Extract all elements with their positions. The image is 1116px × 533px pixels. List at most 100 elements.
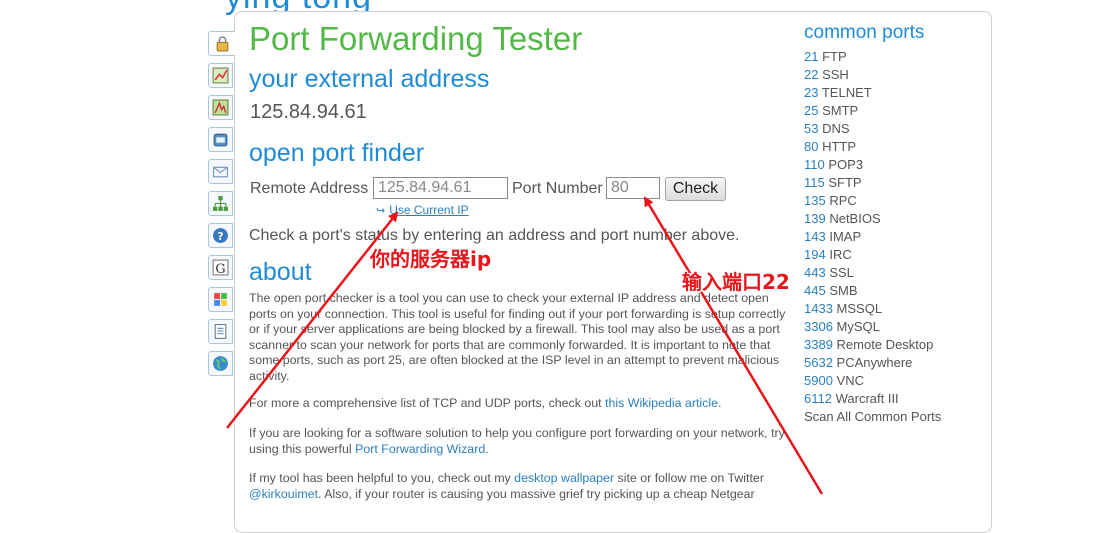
enter-port-annotation: 输入端口22 (682, 270, 790, 294)
port-item[interactable]: 5900 VNC (804, 372, 941, 390)
support-text-a: If my tool has been helpful to you, chec… (249, 471, 515, 485)
port-forwarding-wizard-link[interactable]: Port Forwarding Wizard (355, 442, 485, 456)
tab-port-forwarding[interactable] (208, 31, 235, 56)
support-paragraph: If my tool has been helpful to you, chec… (249, 471, 794, 502)
port-number-label: Port Number (512, 180, 603, 197)
port-number: 23 (804, 85, 819, 100)
google-icon: G (212, 259, 229, 276)
refresh-icon: ↪ (376, 205, 386, 217)
port-item[interactable]: 53 DNS (804, 120, 941, 138)
port-name: RPC (829, 193, 857, 208)
twitter-link[interactable]: @kirkouimet (249, 487, 318, 501)
port-item[interactable]: 22 SSH (804, 66, 941, 84)
tab-windows[interactable] (208, 287, 233, 312)
port-name: FTP (822, 49, 847, 64)
chart-icon (212, 67, 229, 84)
port-item[interactable]: 1433 MSSQL (804, 300, 941, 318)
port-name: PCAnywhere (836, 355, 913, 370)
desktop-wallpaper-link[interactable]: desktop wallpaper (514, 471, 614, 485)
port-item[interactable]: 80 HTTP (804, 138, 941, 156)
port-item[interactable]: 194 IRC (804, 246, 941, 264)
support-text-c: . Also, if your router is causing you ma… (318, 486, 755, 501)
external-address-heading: your external address (249, 65, 490, 93)
port-name: SSH (822, 67, 849, 82)
wikipedia-text: For more a comprehensive list of TCP and… (249, 396, 606, 410)
tab-network[interactable] (208, 191, 233, 216)
port-name: NetBIOS (829, 211, 881, 226)
network-icon (213, 196, 228, 211)
server-ip-annotation: 你的服务器ip (370, 247, 492, 271)
port-name: IRC (829, 247, 852, 262)
port-name: POP3 (828, 157, 864, 172)
port-item[interactable]: 3389 Remote Desktop (804, 336, 941, 354)
port-name: DNS (822, 121, 850, 136)
port-name: Warcraft III (835, 391, 899, 406)
port-number: 110 (804, 157, 825, 172)
tab-phone[interactable] (208, 127, 233, 152)
wikipedia-link[interactable]: this Wikipedia article (605, 396, 718, 410)
port-number: 25 (804, 103, 819, 118)
globe-icon (213, 356, 228, 371)
scan-all-link[interactable]: Scan All Common Ports (804, 408, 941, 426)
finder-hint: Check a port's status by entering an add… (249, 227, 740, 244)
windows-icon (214, 293, 227, 306)
support-text-b: site or follow me on Twitter (614, 471, 764, 485)
envelope-icon (213, 166, 228, 178)
port-number: 21 (804, 49, 819, 64)
port-number: 143 (804, 229, 826, 244)
port-number: 3389 (804, 337, 833, 352)
use-current-ip-link[interactable]: ↪ Use Current IP (376, 203, 469, 217)
port-name: IMAP (829, 229, 862, 244)
port-item[interactable]: 25 SMTP (804, 102, 941, 120)
port-name: VNC (836, 373, 864, 388)
use-current-ip-text: Use Current IP (389, 203, 469, 217)
wizard-paragraph: If you are looking for a software soluti… (249, 426, 794, 457)
port-number: 22 (804, 67, 819, 82)
page-title: Port Forwarding Tester (249, 20, 583, 57)
port-name: SMB (829, 283, 858, 298)
svg-text:?: ? (217, 230, 223, 243)
lock-icon (216, 36, 228, 52)
tab-google[interactable]: G (208, 255, 233, 280)
port-number: 194 (804, 247, 826, 262)
port-item[interactable]: 21 FTP (804, 48, 941, 66)
port-item[interactable]: 445 SMB (804, 282, 941, 300)
port-name: SFTP (828, 175, 862, 190)
port-number: 115 (804, 175, 825, 190)
wikipedia-period: . (717, 396, 722, 410)
port-number-input[interactable] (606, 177, 660, 199)
port-item[interactable]: 443 SSL (804, 264, 941, 282)
port-name: SMTP (822, 103, 859, 118)
port-number: 139 (804, 211, 826, 226)
tab-document[interactable] (208, 319, 233, 344)
port-item[interactable]: 3306 MySQL (804, 318, 941, 336)
port-number: 80 (804, 139, 819, 154)
port-item[interactable]: 5632 PCAnywhere (804, 354, 941, 372)
phone-icon (213, 133, 228, 147)
tab-map[interactable] (208, 95, 233, 120)
svg-text:G: G (215, 262, 225, 276)
wikipedia-paragraph: For more a comprehensive list of TCP and… (249, 396, 794, 412)
port-number: 5900 (804, 373, 833, 388)
open-port-finder-heading: open port finder (249, 139, 425, 167)
check-button[interactable]: Check (665, 177, 726, 201)
remote-address-input[interactable] (373, 177, 508, 199)
tab-globe[interactable] (208, 351, 233, 376)
tab-help[interactable]: ? (208, 223, 233, 248)
port-name: TELNET (821, 85, 872, 100)
port-item[interactable]: 143 IMAP (804, 228, 941, 246)
port-item[interactable]: 23 TELNET (804, 84, 941, 102)
tab-chart[interactable] (208, 63, 233, 88)
port-item[interactable]: 110 POP3 (804, 156, 941, 174)
port-item[interactable]: 139 NetBIOS (804, 210, 941, 228)
port-item[interactable]: 6112 Warcraft III (804, 390, 941, 408)
common-ports-list: 21 FTP 22 SSH 23 TELNET 25 SMTP 53 DNS 8… (804, 48, 941, 426)
tab-email[interactable] (208, 159, 233, 184)
port-item[interactable]: 135 RPC (804, 192, 941, 210)
port-number: 53 (804, 121, 819, 136)
port-number: 3306 (804, 319, 833, 334)
wizard-period: . (485, 441, 489, 456)
wizard-text: If you are looking for a software soluti… (249, 426, 785, 456)
help-icon: ? (213, 228, 228, 243)
port-item[interactable]: 115 SFTP (804, 174, 941, 192)
